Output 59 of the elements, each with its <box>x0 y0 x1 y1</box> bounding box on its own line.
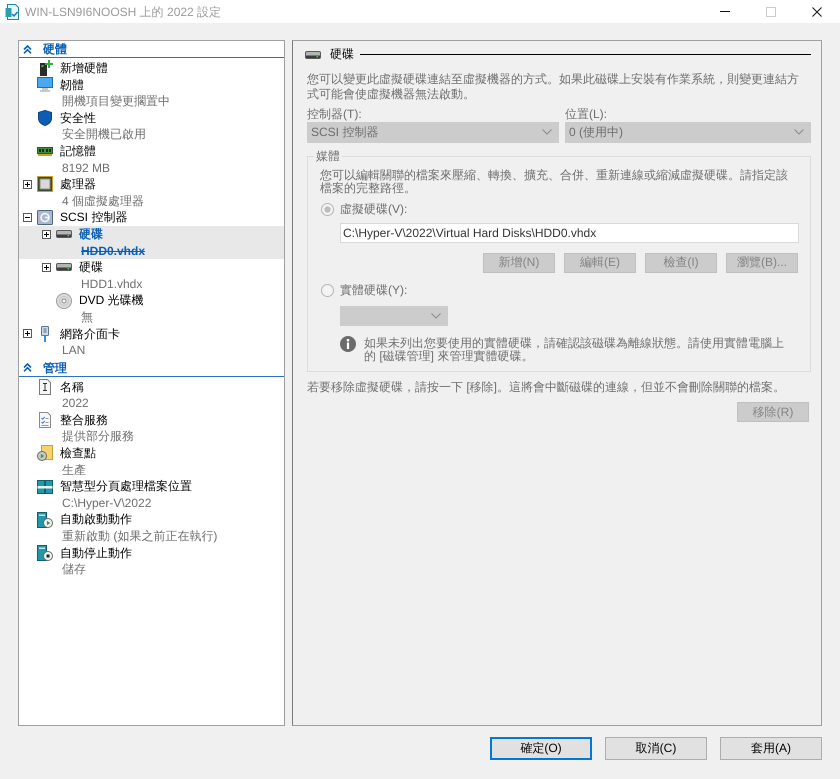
disk-controller-icon <box>37 210 53 226</box>
folder-clock-icon <box>37 445 53 462</box>
processor-chip-icon <box>37 176 53 192</box>
plus-box-icon[interactable] <box>42 262 51 272</box>
section-header[interactable]: 管理 <box>19 360 284 377</box>
info-icon <box>340 336 356 352</box>
tree-item[interactable]: 硬碟 HDD1.vhdx <box>19 259 284 292</box>
computer-plus-icon <box>37 60 53 76</box>
description-text: 您可以變更此虛擬硬碟連結至虛擬機器的方式。如果此磁碟上安裝有作業系統，則變更連結方式可能會使虛擬機器無法啟動。 <box>307 72 800 102</box>
section-header[interactable]: 硬體 <box>19 41 284 58</box>
tree-item[interactable]: 整合服務 提供部分服務 <box>19 412 284 446</box>
tree-item[interactable]: DVD 光碟機 無 <box>19 292 284 326</box>
tree-item[interactable]: 自動啟動動作 重新啟動 (如果之前正在執行) <box>19 511 284 545</box>
ok-button[interactable]: 確定(O) <box>490 737 592 760</box>
server-stop-icon <box>37 544 53 561</box>
apply-button[interactable]: 套用(A) <box>720 737 822 760</box>
tree-item[interactable]: 自動停止動作 儲存 <box>19 544 284 578</box>
tree-item[interactable]: 名稱 2022 <box>19 378 284 412</box>
settings-app-icon <box>5 4 19 20</box>
shield-icon <box>38 110 52 126</box>
maximize-icon <box>766 6 776 16</box>
tree-item[interactable]: 網路介面卡 LAN <box>19 326 284 359</box>
remove-hint-text: 若要移除虛擬硬碟，請按一下 [移除]。這將會中斷磁碟的連線，但並不會刪除關聯的檔案。 <box>307 380 786 394</box>
info-text: 如果未列出您要使用的實體硬碟，請確認該磁碟為離線狀態。請使用實體電腦上的 [磁碟管理] 來管理實體硬碟。 <box>364 337 785 363</box>
disc-icon <box>56 292 72 309</box>
tree-item[interactable]: SCSI 控制器 <box>19 209 284 226</box>
radio-label: 實體硬碟(Y): <box>340 282 408 299</box>
close-icon <box>812 6 822 16</box>
tree-item[interactable]: 記憶體 8192 MB <box>19 142 284 176</box>
minimize-icon <box>720 11 730 12</box>
tree-item[interactable]: 檢查點 生產 <box>19 445 284 478</box>
field-label: 位置(L): <box>565 106 608 122</box>
minus-box-icon[interactable] <box>23 213 32 222</box>
tree-item[interactable]: 安全性 安全開機已啟用 <box>19 110 284 143</box>
plus-box-icon[interactable] <box>42 230 51 239</box>
plus-box-icon[interactable] <box>23 180 32 189</box>
checklist-document-icon <box>39 412 51 428</box>
cancel-button[interactable]: 取消(C) <box>605 737 707 760</box>
radio-label: 虛擬硬碟(V): <box>340 201 408 218</box>
tree-item[interactable]: 硬碟 HDD0.vhdx <box>19 226 284 260</box>
memory-modules-icon <box>37 480 53 494</box>
caret-icon <box>794 129 804 135</box>
description-text: 您可以編輯關聯的檔案來壓縮、轉換、擴充、合併、重新連線或縮減虛擬硬碟。請指定該檔案的完整路徑。 <box>320 168 789 194</box>
panel-title: 硬碟 <box>330 47 354 62</box>
text-document-icon <box>39 378 51 395</box>
field-label: 控制器(T): <box>307 106 363 122</box>
memory-module-icon <box>37 146 53 156</box>
group-title: 媒體 <box>315 149 341 164</box>
server-play-icon <box>37 512 53 528</box>
tree-item[interactable]: 智慧型分頁處理檔案位置 C:\Hyper-V\2022 <box>19 478 284 512</box>
plus-box-icon[interactable] <box>23 329 32 338</box>
caret-icon <box>431 312 441 318</box>
caret-icon <box>542 129 552 135</box>
tree-item[interactable]: 韌體 開機項目變更擱置中 <box>19 76 284 110</box>
tree-item[interactable]: 新增硬體 <box>19 60 284 77</box>
monitor-icon <box>37 77 53 92</box>
window-title: WIN-LSN9I6NOOSH 上的 2022 設定 <box>25 4 222 20</box>
tree-item[interactable]: 處理器 4 個虛擬處理器 <box>19 176 284 210</box>
network-plug-icon <box>41 326 49 342</box>
